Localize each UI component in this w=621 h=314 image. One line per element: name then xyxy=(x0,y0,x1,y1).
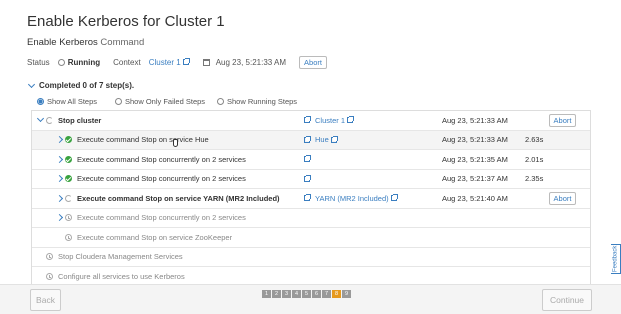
step-time: Aug 23, 5:21:37 AM xyxy=(442,174,508,184)
step-time: Aug 23, 5:21:35 AM xyxy=(442,154,508,164)
context-label: Context xyxy=(113,57,141,67)
external-link-icon[interactable] xyxy=(302,194,311,202)
step-duration: 2.01s xyxy=(525,154,544,164)
abort-step-button[interactable]: Abort xyxy=(549,191,576,205)
page-indicator[interactable]: 9 xyxy=(342,290,351,298)
wizard-footer: Back 123456789 Continue xyxy=(0,284,621,314)
abort-command-button[interactable]: Abort xyxy=(299,55,327,69)
step-label: Configure all services to use Kerberos xyxy=(58,272,185,282)
step-label: Execute command Stop concurrently on 2 s… xyxy=(77,154,246,164)
running-spinner-icon xyxy=(46,116,53,124)
chevron-right-icon[interactable] xyxy=(55,136,64,144)
external-link-icon xyxy=(330,135,338,143)
step-duration: 2.35s xyxy=(525,174,544,184)
status-label: Status xyxy=(27,57,50,67)
completed-steps-toggle[interactable]: Completed 0 of 7 step(s). xyxy=(27,80,135,90)
page-subtitle: Enable Kerberos Command xyxy=(27,37,144,48)
step-label: Stop cluster xyxy=(58,115,102,125)
chevron-right-icon[interactable] xyxy=(55,194,64,202)
wizard-pagination: 123456789 xyxy=(262,290,351,298)
filter-failed-steps[interactable]: Show Only Failed Steps xyxy=(115,97,205,106)
external-link-icon[interactable] xyxy=(302,174,311,182)
radio-icon xyxy=(115,98,122,105)
page-indicator[interactable]: 6 xyxy=(312,290,321,298)
success-icon xyxy=(65,175,72,183)
step-row: Stop cluster Cluster 1 Aug 23, 5:21:33 AM A… xyxy=(32,111,590,131)
step-target-link[interactable]: Cluster 1 xyxy=(315,116,355,125)
step-row: Execute command Stop on service ZooKeepe… xyxy=(32,228,590,248)
command-word: Command xyxy=(100,37,145,48)
step-label: Execute command Stop on service ZooKeepe… xyxy=(77,232,233,242)
step-time: Aug 23, 5:21:40 AM xyxy=(442,193,508,203)
pending-icon xyxy=(65,214,72,222)
continue-button[interactable]: Continue xyxy=(542,289,592,311)
external-link-icon[interactable] xyxy=(302,155,311,163)
start-time: Aug 23, 5:21:33 AM xyxy=(215,57,286,67)
feedback-tab[interactable]: Feedback xyxy=(611,244,621,274)
step-label: Stop Cloudera Management Services xyxy=(58,252,183,262)
step-target-link[interactable]: YARN (MR2 Included) xyxy=(315,194,398,203)
external-link-icon xyxy=(347,116,355,124)
step-row: Execute command Stop concurrently on 2 s… xyxy=(32,150,590,170)
pending-icon xyxy=(46,273,53,281)
step-duration: 2.63s xyxy=(525,135,544,145)
radio-icon xyxy=(217,98,224,105)
success-icon xyxy=(65,155,72,163)
step-time: Aug 23, 5:21:33 AM xyxy=(442,135,508,145)
filter-all-steps[interactable]: Show All Steps xyxy=(37,97,97,106)
success-icon xyxy=(65,136,72,144)
page-indicator[interactable]: 4 xyxy=(292,290,301,298)
chevron-right-icon[interactable] xyxy=(55,175,64,183)
context-link[interactable]: Cluster 1 xyxy=(149,58,181,67)
step-row: Execute command Stop concurrently on 2 s… xyxy=(32,170,590,189)
external-link-icon[interactable] xyxy=(182,58,190,65)
back-button[interactable]: Back xyxy=(30,289,61,311)
step-label: Execute command Stop concurrently on 2 s… xyxy=(77,213,246,223)
mouse-cursor xyxy=(173,139,178,147)
status-value: Running xyxy=(67,57,101,67)
step-label: Execute command Stop concurrently on 2 s… xyxy=(77,174,246,184)
chevron-right-icon[interactable] xyxy=(55,155,64,163)
pending-icon xyxy=(46,253,53,261)
running-spinner-icon xyxy=(65,194,72,202)
calendar-icon xyxy=(202,58,210,66)
running-status-icon xyxy=(57,58,65,66)
external-link-icon xyxy=(390,194,398,202)
page-indicator[interactable]: 5 xyxy=(302,290,311,298)
page-indicator[interactable]: 3 xyxy=(282,290,291,298)
abort-step-button[interactable]: Abort xyxy=(549,113,576,127)
status-bar: Status Running Context Cluster 1 Aug 23,… xyxy=(27,55,327,69)
chevron-right-icon[interactable] xyxy=(55,214,64,222)
radio-icon xyxy=(37,98,44,105)
step-time: Aug 23, 5:21:33 AM xyxy=(442,115,508,125)
step-row: Execute command Stop concurrently on 2 s… xyxy=(32,209,590,228)
pending-icon xyxy=(65,233,72,241)
page-indicator[interactable]: 1 xyxy=(262,290,271,298)
step-label: Execute command Stop on service Hue xyxy=(77,135,209,145)
page-indicator[interactable]: 2 xyxy=(272,290,281,298)
steps-table: Stop cluster Cluster 1 Aug 23, 5:21:33 AM A… xyxy=(31,110,591,285)
page-title: Enable Kerberos for Cluster 1 xyxy=(27,13,225,30)
completed-steps-label: Completed 0 of 7 step(s). xyxy=(39,81,135,90)
page-indicator[interactable]: 7 xyxy=(322,290,331,298)
external-link-icon[interactable] xyxy=(302,116,311,124)
step-row: Execute command Stop on service YARN (MR… xyxy=(32,189,590,209)
step-target-link[interactable]: Hue xyxy=(315,135,338,144)
command-name: Enable Kerberos xyxy=(27,37,98,48)
step-row: Stop Cloudera Management Services xyxy=(32,248,590,267)
chevron-down-icon xyxy=(27,80,36,88)
chevron-down-icon[interactable] xyxy=(36,115,45,123)
step-label: Execute command Stop on service YARN (MR… xyxy=(77,193,280,203)
external-link-icon[interactable] xyxy=(302,135,311,143)
filter-running-steps[interactable]: Show Running Steps xyxy=(217,97,297,106)
step-row: Execute command Stop on service Hue Hue Au… xyxy=(32,130,590,150)
page-indicator[interactable]: 8 xyxy=(332,290,341,298)
